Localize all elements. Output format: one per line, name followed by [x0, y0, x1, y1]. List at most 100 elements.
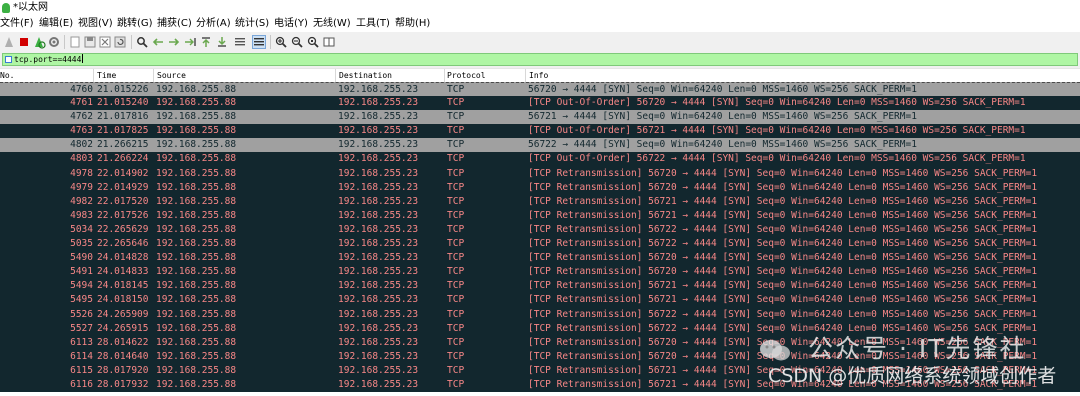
packet-destination: 192.168.255.23 [338, 167, 419, 179]
zoom-out-icon[interactable] [290, 35, 304, 49]
packet-row[interactable]: 5490 24.014828 192.168.255.88 192.168.255.2… [0, 251, 1080, 266]
menu-statistics[interactable]: 统计(S) [235, 18, 269, 30]
restart-capture-icon[interactable] [32, 35, 46, 49]
packet-row[interactable]: 5034 22.265629 192.168.255.88 192.168.255.2… [0, 222, 1080, 238]
packet-time: 22.014929 [97, 181, 149, 193]
packet-number: 4760 [70, 84, 93, 95]
packet-row[interactable]: 6114 28.014640 192.168.255.88 192.168.255.2… [0, 349, 1080, 364]
stop-square-icon[interactable] [17, 35, 31, 49]
packet-row[interactable]: 4763 21.017825 192.168.255.88 192.168.255.2… [0, 124, 1080, 139]
display-filter-input[interactable]: tcp.port==4444 [2, 53, 1078, 66]
capture-options-gear-icon[interactable] [47, 35, 61, 49]
packet-number: 4762 [70, 111, 93, 123]
menu-wireless[interactable]: 无线(W) [313, 18, 351, 30]
packet-protocol: TCP [447, 378, 465, 390]
packet-row[interactable]: 5491 24.014833 192.168.255.88 192.168.255.2… [0, 265, 1080, 280]
column-divider[interactable] [153, 69, 154, 82]
menu-view[interactable]: 视图(V) [78, 18, 113, 30]
packet-source: 192.168.255.88 [156, 181, 237, 193]
packet-row[interactable]: 4761 21.015240 192.168.255.88 192.168.255.2… [0, 96, 1080, 111]
column-divider[interactable] [525, 69, 526, 82]
bookmark-icon[interactable] [5, 56, 12, 63]
go-to-packet-icon[interactable] [183, 35, 197, 49]
packet-row[interactable]: 6115 28.017920 192.168.255.88 192.168.255.2… [0, 363, 1080, 378]
resize-columns-icon[interactable] [322, 35, 336, 49]
go-last-packet-icon[interactable] [215, 35, 229, 49]
column-header-destination[interactable]: Destination [339, 70, 392, 81]
menu-tools[interactable]: 工具(T) [356, 18, 390, 30]
packet-row[interactable]: 4982 22.017520 192.168.255.88 192.168.255.2… [0, 194, 1080, 209]
packet-row[interactable]: 6116 28.017932 192.168.255.88 192.168.255.2… [0, 377, 1080, 393]
menu-go[interactable]: 跳转(G) [117, 18, 153, 30]
close-file-icon[interactable] [98, 35, 112, 49]
save-file-icon[interactable] [83, 35, 97, 49]
packet-time: 21.266224 [97, 153, 149, 165]
shark-fin-start-icon[interactable] [2, 35, 16, 49]
packet-row[interactable]: 4802 21.266215 192.168.255.88 192.168.255.2… [0, 138, 1080, 153]
packet-info: [TCP Retransmission] 56721 → 4444 [SYN] … [528, 378, 1038, 390]
packet-row[interactable]: 5494 24.018145 192.168.255.88 192.168.255.2… [0, 279, 1080, 294]
column-divider[interactable] [93, 69, 94, 82]
column-header-source[interactable]: Source [157, 70, 186, 81]
colorize-list-icon[interactable] [252, 35, 266, 49]
packet-source: 192.168.255.88 [156, 294, 237, 306]
packet-source: 192.168.255.88 [156, 153, 237, 165]
menu-file[interactable]: 文件(F) [0, 18, 34, 30]
column-header-protocol[interactable]: Protocol [447, 70, 486, 81]
packet-destination: 192.168.255.23 [338, 336, 419, 348]
column-header-no[interactable]: No. [0, 70, 14, 81]
packet-info: [TCP Retransmission] 56720 → 4444 [SYN] … [528, 266, 1038, 278]
packet-protocol: TCP [447, 364, 465, 376]
packet-time: 24.018145 [97, 280, 149, 292]
zoom-in-icon[interactable] [274, 35, 288, 49]
menu-bar: 文件(F) 编辑(E) 视图(V) 跳转(G) 捕获(C) 分析(A) 统计(S… [0, 16, 1080, 32]
packet-row[interactable]: 5035 22.265646 192.168.255.88 192.168.255.2… [0, 237, 1080, 252]
packet-source: 192.168.255.88 [156, 336, 237, 348]
go-first-packet-icon[interactable] [199, 35, 213, 49]
go-back-arrow-icon[interactable] [151, 35, 165, 49]
reload-file-icon[interactable] [113, 35, 127, 49]
normal-size-icon[interactable] [306, 35, 320, 49]
wireshark-fin-icon [2, 3, 10, 13]
packet-row[interactable]: 4978 22.014902 192.168.255.88 192.168.255.2… [0, 166, 1080, 181]
packet-source: 192.168.255.88 [156, 111, 237, 123]
packet-protocol: TCP [447, 125, 465, 137]
find-packet-icon[interactable] [135, 35, 149, 49]
packet-protocol: TCP [447, 350, 465, 362]
packet-protocol: TCP [447, 322, 465, 334]
toolbar-separator [64, 35, 65, 49]
menu-capture[interactable]: 捕获(C) [157, 18, 192, 30]
packet-row[interactable]: 5495 24.018150 192.168.255.88 192.168.255.2… [0, 293, 1080, 308]
packet-row[interactable]: 5526 24.265909 192.168.255.88 192.168.255.2… [0, 307, 1080, 322]
column-header-info[interactable]: Info [529, 70, 548, 81]
packet-number: 5495 [70, 294, 93, 306]
packet-protocol: TCP [447, 139, 465, 151]
packet-number: 5526 [70, 308, 93, 320]
menu-help[interactable]: 帮助(H) [395, 18, 430, 30]
column-header-time[interactable]: Time [97, 70, 116, 81]
menu-analyze[interactable]: 分析(A) [196, 18, 231, 30]
packet-number: 5034 [70, 223, 93, 235]
packet-destination: 192.168.255.23 [338, 252, 419, 264]
menu-telephony[interactable]: 电话(Y) [274, 18, 308, 30]
packet-info: [TCP Retransmission] 56721 → 4444 [SYN] … [528, 209, 1038, 221]
packet-row[interactable]: 4760 21.015226 192.168.255.88 192.168.255.2… [0, 82, 1080, 97]
packet-info: [TCP Retransmission] 56721 → 4444 [SYN] … [528, 294, 1038, 306]
column-divider[interactable] [444, 69, 445, 82]
packet-row[interactable]: 5527 24.265915 192.168.255.88 192.168.255.2… [0, 321, 1080, 336]
open-file-icon[interactable] [68, 35, 82, 49]
packet-row[interactable]: 4762 21.017816 192.168.255.88 192.168.255.2… [0, 110, 1080, 125]
packet-source: 192.168.255.88 [156, 266, 237, 278]
packet-time: 21.015226 [97, 84, 149, 95]
packet-row[interactable]: 4979 22.014929 192.168.255.88 192.168.255.2… [0, 180, 1080, 195]
packet-row[interactable]: 4983 22.017526 192.168.255.88 192.168.255.2… [0, 208, 1080, 223]
auto-scroll-icon[interactable] [233, 35, 247, 49]
go-forward-arrow-icon[interactable] [167, 35, 181, 49]
menu-edit[interactable]: 编辑(E) [39, 18, 73, 30]
packet-row[interactable]: 6113 28.014622 192.168.255.88 192.168.255.2… [0, 335, 1080, 350]
packet-info: [TCP Retransmission] 56720 → 4444 [SYN] … [528, 167, 1038, 179]
packet-source: 192.168.255.88 [156, 209, 237, 221]
packet-destination: 192.168.255.23 [338, 195, 419, 207]
column-divider[interactable] [335, 69, 336, 82]
packet-row[interactable]: 4803 21.266224 192.168.255.88 192.168.255.2… [0, 152, 1080, 167]
